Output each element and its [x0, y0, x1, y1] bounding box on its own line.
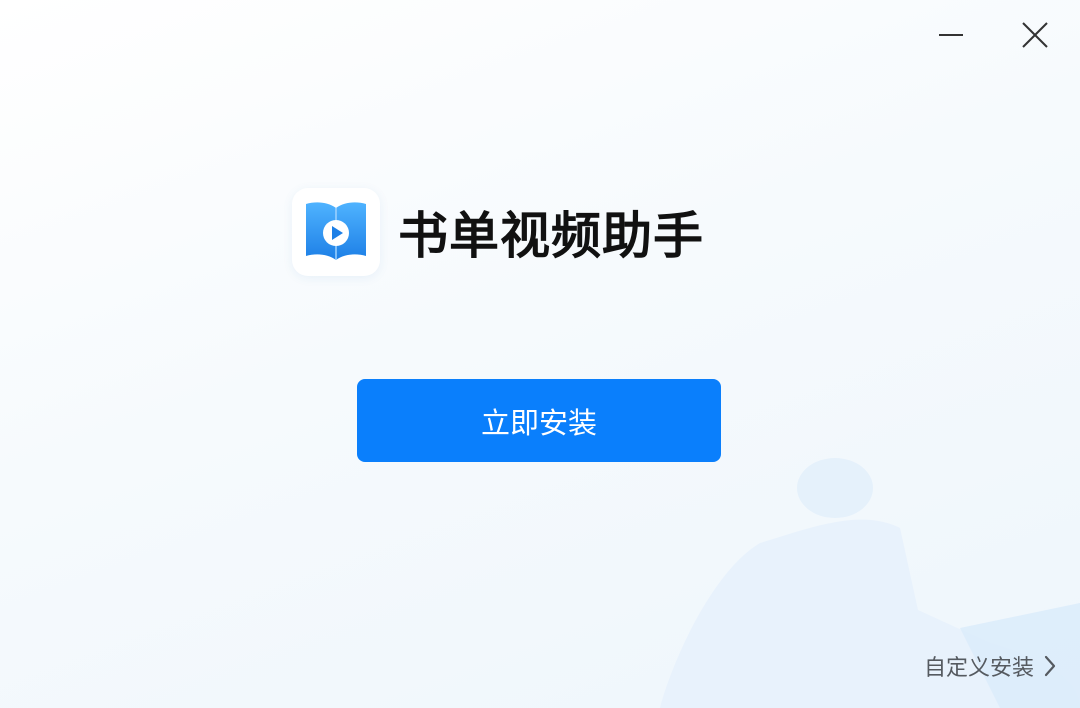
minimize-icon: [939, 34, 963, 36]
app-logo: [292, 188, 380, 276]
chevron-right-icon: [1044, 655, 1056, 677]
close-icon: [1022, 22, 1048, 48]
installer-window: 书单视频助手 立即安装 自定义安装: [0, 0, 1080, 708]
custom-install-link[interactable]: 自定义安装: [924, 650, 1058, 682]
install-now-button[interactable]: 立即安装: [357, 379, 721, 462]
custom-install-label: 自定义安装: [923, 656, 1034, 681]
brand: 书单视频助手: [292, 188, 704, 276]
window-controls: [930, 14, 1056, 56]
app-name: 书单视频助手: [398, 207, 704, 265]
minimize-button[interactable]: [930, 14, 972, 56]
close-button[interactable]: [1014, 14, 1056, 56]
book-play-icon: [306, 202, 366, 260]
